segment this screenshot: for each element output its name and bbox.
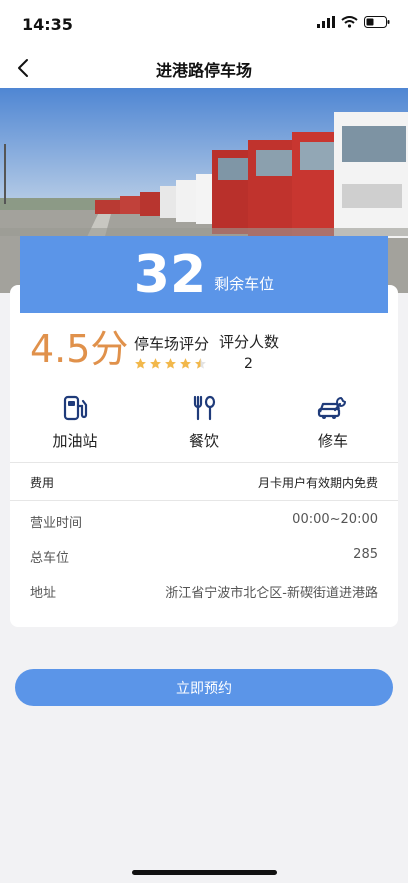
home-indicator [132,870,277,875]
total-spaces-label: 总车位 [30,551,70,566]
address-value: 浙江省宁波市北仑区-新碶街道进港路 [165,586,378,601]
star-full-icon [180,358,191,369]
star-full-icon [135,358,146,369]
rating-score: 4.5分 [30,327,129,371]
status-bar: 14:35 [0,0,408,48]
nav-bar: 进港路停车场 [0,48,408,88]
available-count: 32 [133,244,207,305]
status-time: 14:35 [22,15,73,34]
reserve-button[interactable]: 立即预约 [15,669,393,706]
rating-title: 停车场评分 [134,335,210,353]
star-full-icon [150,358,161,369]
raters-count: 2 [244,356,253,372]
facility-label: 加油站 [52,432,98,450]
rating-stars [134,357,207,370]
battery-icon [364,16,390,28]
status-icons [317,16,390,28]
available-spaces-banner: 32 剩余车位 [20,236,388,313]
star-half-icon [195,358,206,369]
facility-label: 餐饮 [188,432,219,450]
facility-car-repair[interactable]: 修车 [273,394,393,451]
car-repair-icon [317,396,347,419]
divider [10,500,398,501]
fee-value: 月卡用户有效期内免费 [257,476,378,490]
available-label: 剩余车位 [214,275,275,293]
wifi-icon [341,16,358,28]
total-spaces-value: 285 [353,547,378,562]
facility-dining[interactable]: 餐饮 [144,394,264,451]
signal-icon [317,16,335,28]
hours-value: 00:00~20:00 [292,512,378,527]
fee-label: 费用 [30,476,55,490]
facility-gas-station[interactable]: 加油站 [15,394,135,451]
page-title: 进港路停车场 [155,61,252,80]
facility-label: 修车 [317,432,348,450]
star-full-icon [165,358,176,369]
raters-title: 评分人数 [219,333,280,351]
fuel-pump-icon [63,395,88,421]
fork-spoon-icon [193,395,216,421]
hours-label: 营业时间 [30,516,83,531]
divider [10,462,398,463]
address-label: 地址 [30,586,57,601]
